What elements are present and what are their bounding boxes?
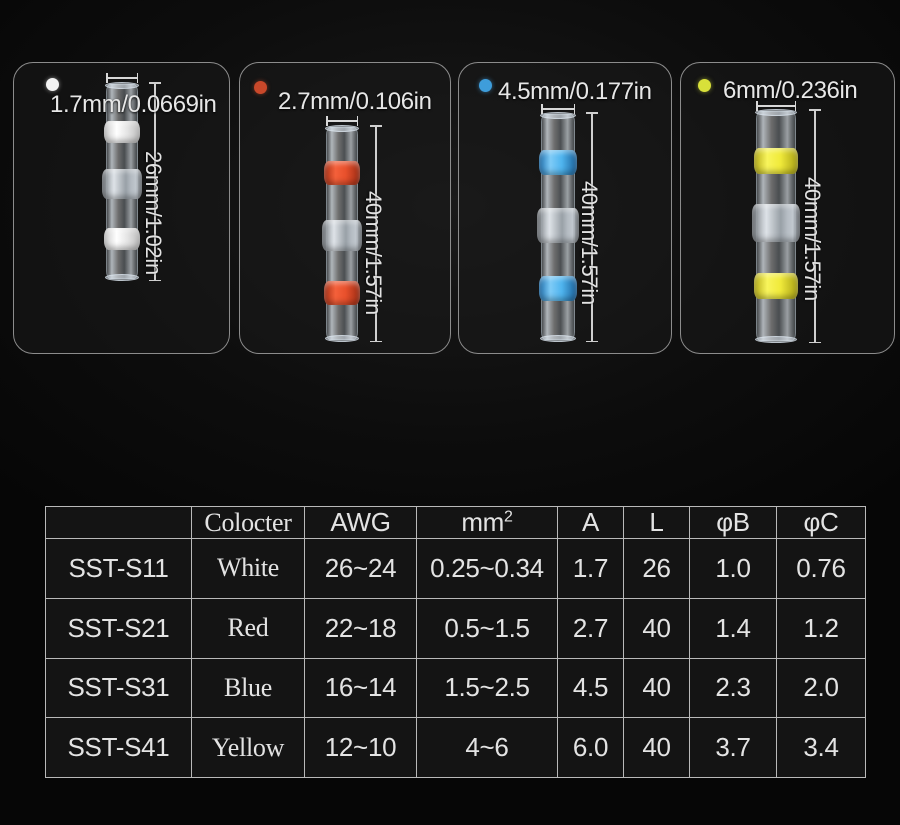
cell-mm2: 0.25~0.34 [416,538,558,599]
header-l: L [623,506,690,539]
cell-mm2: 0.5~1.5 [416,597,558,659]
cell-phi-c: 1.2 [776,597,866,659]
panel-size-label-white: 1.7mm/0.0669in [50,91,217,118]
cell-l: 40 [623,717,690,778]
connector-graphic-blue: 40mm/1.57in [459,63,671,353]
cell-l: 40 [623,657,690,719]
tube-body-blue [537,112,579,342]
solder-ring-yellow [752,204,800,242]
panel-length-label-red: 40mm/1.57in [361,191,386,315]
header-phi-c: φC [776,506,866,539]
tube-cap-bottom-yellow [755,336,797,343]
cell-color: Yellow [191,717,305,778]
tube-cap-bottom-red [325,335,359,342]
cell-color: Blue [191,657,305,719]
product-size-chart-page: 1.7mm/0.0669in 26mm/1.02in 2.7mm/0.106in [0,0,900,825]
spec-table-container: Colocter AWG mm2 A L φB φC SST-S11 White… [45,506,866,778]
cell-model: SST-S21 [45,597,192,659]
header-awg: AWG [304,506,417,539]
panel-size-label-blue: 4.5mm/0.177in [498,78,652,105]
seal-band-bottom-yellow [754,273,798,299]
header-mm2: mm2 [416,506,558,539]
color-dot-red [254,81,267,94]
header-phi-b: φB [689,506,777,539]
cell-color: Red [191,597,305,659]
header-a: A [557,506,624,539]
cell-a: 6.0 [557,717,624,778]
connector-panel-red: 2.7mm/0.106in 40mm/1.57in [239,62,451,354]
color-dot-white [46,78,59,91]
header-color: Colocter [191,506,305,539]
connector-panel-blue: 4.5mm/0.177in 40mm/1.57in [458,62,672,354]
cell-a: 2.7 [557,597,624,659]
seal-band-bottom-red [324,281,360,305]
solder-ring-blue [537,208,579,243]
tube-body-red [322,125,362,342]
cell-l: 26 [623,538,690,599]
seal-band-bottom-white [104,228,140,250]
cell-phi-b: 2.3 [689,657,777,719]
cell-awg: 12~10 [304,717,417,778]
solder-ring-white [102,169,142,199]
cell-phi-b: 1.0 [689,538,777,599]
width-dimension-line-yellow [756,102,796,110]
seal-band-top-white [104,121,140,143]
color-dot-yellow [698,79,711,92]
cell-awg: 22~18 [304,597,417,659]
panel-size-label-red: 2.7mm/0.106in [278,88,432,115]
seal-band-top-yellow [754,148,798,174]
cell-mm2: 4~6 [416,717,558,778]
cell-a: 1.7 [557,538,624,599]
header-model [45,506,192,539]
tube-cap-top-blue [540,112,576,119]
width-dimension-line-red [326,117,358,125]
table-row: SST-S21 Red 22~18 0.5~1.5 2.7 40 1.4 1.2 [45,597,866,659]
connector-panel-yellow: 6mm/0.236in 40mm/1.57in [680,62,895,354]
cell-model: SST-S11 [45,538,192,599]
table-row: SST-S41 Yellow 12~10 4~6 6.0 40 3.7 3.4 [45,717,866,778]
header-mm2-superscript: 2 [504,508,513,526]
cell-awg: 16~14 [304,657,417,719]
tube-cap-top-red [325,125,359,132]
connector-panel-white: 1.7mm/0.0669in 26mm/1.02in [13,62,230,354]
panel-length-label-yellow: 40mm/1.57in [800,177,825,301]
specification-table: Colocter AWG mm2 A L φB φC SST-S11 White… [45,506,866,778]
width-dimension-line-white [106,74,138,82]
width-dimension-line-blue [541,105,575,113]
table-row: SST-S11 White 26~24 0.25~0.34 1.7 26 1.0… [45,538,866,599]
table-row: SST-S31 Blue 16~14 1.5~2.5 4.5 40 2.3 2.… [45,657,866,719]
cell-a: 4.5 [557,657,624,719]
panel-length-label-white: 26mm/1.02in [141,151,166,275]
cell-mm2: 1.5~2.5 [416,657,558,719]
tube-cap-bottom-blue [540,335,576,342]
panel-size-label-yellow: 6mm/0.236in [723,77,858,104]
cell-color: White [191,538,305,599]
tube-cap-top-white [105,82,139,89]
cell-awg: 26~24 [304,538,417,599]
seal-band-bottom-blue [539,276,577,301]
tube-cap-top-yellow [755,109,797,116]
cell-phi-c: 2.0 [776,657,866,719]
tube-body-yellow [752,109,800,343]
seal-band-top-blue [539,150,577,175]
connector-graphic-yellow: 40mm/1.57in [681,63,894,353]
cell-phi-b: 1.4 [689,597,777,659]
cell-model: SST-S31 [45,657,192,719]
cell-phi-c: 0.76 [776,538,866,599]
connector-panels-row: 1.7mm/0.0669in 26mm/1.02in 2.7mm/0.106in [0,0,900,365]
cell-phi-b: 3.7 [689,717,777,778]
cell-model: SST-S41 [45,717,192,778]
panel-length-label-blue: 40mm/1.57in [577,181,602,305]
header-mm2-text: mm [461,507,505,537]
color-dot-blue [479,79,492,92]
table-header-row: Colocter AWG mm2 A L φB φC [45,506,866,539]
solder-ring-red [322,220,362,251]
cell-l: 40 [623,597,690,659]
cell-phi-c: 3.4 [776,717,866,778]
tube-cap-bottom-white [105,274,139,281]
seal-band-top-red [324,161,360,185]
